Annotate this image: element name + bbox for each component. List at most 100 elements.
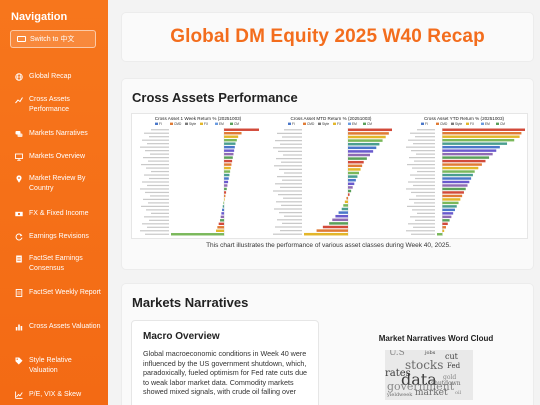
bar (348, 153, 370, 157)
bar (304, 232, 348, 236)
cross-assets-section: Cross Assets Performance Cross Asset 1 W… (121, 78, 534, 270)
category-label-placeholder (145, 191, 169, 194)
bar (442, 145, 500, 149)
category-label-placeholder (407, 163, 435, 166)
category-label-placeholder (415, 136, 435, 138)
bar (442, 212, 454, 215)
bar (332, 218, 348, 222)
bar (442, 229, 445, 232)
legend-label: CMD (307, 122, 315, 126)
category-label-placeholder (149, 136, 169, 138)
sidebar-item-cross-assets-performance[interactable]: Cross Assets Performance (0, 95, 108, 114)
category-label-placeholder (414, 160, 435, 162)
legend-label: CMD (174, 122, 182, 126)
bar (224, 173, 230, 177)
language-switch-button[interactable]: Switch to 中文 (10, 30, 96, 48)
category-label-placeholder (413, 184, 435, 187)
category-label-placeholder (149, 177, 169, 180)
bar (224, 194, 226, 198)
bar (216, 229, 225, 232)
category-label-placeholder (273, 190, 302, 192)
comments-icon (15, 130, 23, 138)
sidebar-item-markets-overview[interactable]: Markets Overview (0, 152, 108, 162)
legend-swatch (496, 122, 499, 125)
legend-swatch (170, 122, 173, 125)
legend-swatch (215, 122, 218, 125)
bar (344, 200, 348, 204)
bar (222, 205, 225, 208)
category-label-placeholder (406, 188, 435, 190)
wordcloud-word: U.S (389, 350, 405, 358)
sidebar-item-fx-fixed-income[interactable]: FX & Fixed Income (0, 209, 108, 219)
category-label-placeholder (148, 202, 169, 204)
category-label-placeholder (145, 233, 169, 235)
bar-chart-svg: Cross Asset YTD Return % (20251003)FI CMD… (406, 116, 525, 236)
category-label-placeholder (140, 230, 169, 232)
legend-label: FI (292, 122, 295, 126)
category-label-placeholder (275, 226, 302, 228)
macro-overview-card: Macro Overview Global macroeconomic cond… (131, 320, 319, 405)
refresh-icon (15, 233, 23, 241)
chart-title: Cross Asset YTD Return % (20251003) (424, 116, 505, 121)
legend-swatch (288, 122, 291, 125)
bar (224, 166, 231, 170)
monitor-icon (15, 153, 23, 161)
line-chart-icon (15, 96, 23, 104)
sidebar-item-global-recap[interactable]: Global Recap (0, 72, 108, 82)
bar (348, 178, 356, 182)
bar (348, 186, 353, 189)
bar (348, 171, 359, 175)
category-label-placeholder (141, 163, 169, 166)
sidebar-item-factset-earnings-consensus[interactable]: FactSet Earnings Consensus (0, 254, 108, 273)
globe-icon (15, 73, 23, 81)
category-label-placeholder (415, 219, 435, 221)
bar (329, 222, 348, 225)
bar (224, 163, 232, 166)
sidebar-item-factset-weekly-report[interactable]: FactSet Weekly Report (0, 288, 108, 298)
category-label-placeholder (277, 132, 302, 135)
bar (348, 164, 363, 168)
legend-label: FX (337, 122, 342, 126)
tag-icon (15, 357, 23, 365)
map-pin-icon (15, 175, 23, 183)
bar (442, 138, 515, 142)
legend-label: CM (500, 122, 505, 126)
bar-chart-svg: Cross Asset 1 Week Return % (20251003)FI… (140, 116, 259, 236)
category-label-placeholder (144, 216, 169, 218)
legend-label: FX (470, 122, 475, 126)
sidebar-item-earnings-revisions[interactable]: Earnings Revisions (0, 232, 108, 242)
sidebar-item-markets-narratives[interactable]: Markets Narratives (0, 129, 108, 139)
language-switch-label: Switch to 中文 (30, 36, 75, 43)
sidebar-item-cross-assets-valuation[interactable]: Cross Assets Valuation (0, 322, 108, 332)
sidebar: Navigation Switch to 中文 Global Recap Cros… (0, 0, 108, 405)
bar (442, 177, 472, 180)
wordcloud-word: market (415, 388, 448, 398)
report-icon (15, 289, 23, 297)
bar (224, 138, 237, 142)
bar (442, 194, 463, 198)
sidebar-item-p-e-vix-skew[interactable]: P/E, VIX & Skew (0, 390, 108, 400)
category-label-placeholder (408, 223, 435, 225)
legend-label: FX (204, 122, 209, 126)
bar (348, 193, 350, 196)
money-icon (15, 210, 23, 218)
category-label-placeholder (280, 143, 302, 145)
category-label-placeholder (284, 215, 302, 217)
sidebar-item-style-relative-valuation[interactable]: Style Relative Valuation (0, 356, 108, 375)
category-label-placeholder (148, 160, 169, 162)
bar (348, 157, 367, 160)
bar (220, 219, 225, 222)
sidebar-item-label: Market Review By Country (29, 175, 86, 192)
bar (348, 182, 355, 186)
bar (442, 135, 520, 138)
sidebar-item-market-review-by-country[interactable]: Market Review By Country (0, 174, 108, 193)
chart-caption: This chart illustrates the performance o… (206, 242, 451, 249)
category-label-placeholder (282, 179, 302, 181)
bar (224, 152, 234, 156)
category-label-placeholder (146, 167, 169, 169)
legend-swatch (348, 122, 351, 125)
bar (341, 207, 348, 211)
bar (348, 160, 364, 164)
category-label-placeholder (284, 172, 302, 174)
bar (348, 168, 361, 171)
